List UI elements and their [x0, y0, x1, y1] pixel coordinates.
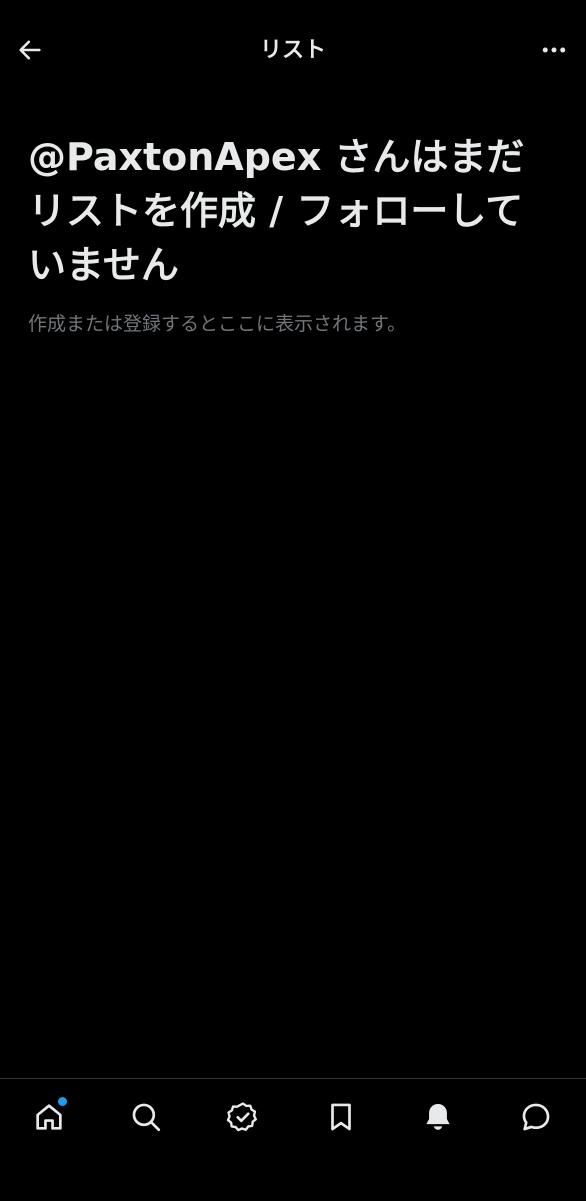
empty-state-title: @PaxtonApex さんはまだリストを作成 / フォローしていません [28, 135, 525, 287]
empty-state: @PaxtonApex さんはまだリストを作成 / フォローしていません 作成ま… [28, 130, 558, 338]
bookmark-icon [331, 1103, 351, 1131]
bell-icon [426, 1103, 450, 1130]
chat-bubble-icon [522, 1103, 550, 1131]
home-notification-dot [58, 1097, 67, 1106]
nav-search[interactable] [124, 1095, 168, 1139]
verified-badge-icon [226, 1102, 257, 1132]
bottom-navigation-bar [0, 1078, 586, 1201]
nav-bookmarks[interactable] [319, 1095, 363, 1139]
more-horizontal-icon [542, 47, 566, 53]
nav-notifications[interactable] [416, 1095, 460, 1139]
page-title: リスト [259, 38, 326, 63]
empty-state-description: 作成または登録するとここに表示されます。 [28, 313, 407, 335]
top-app-bar: リスト [0, 0, 586, 98]
nav-messages[interactable] [514, 1095, 558, 1139]
nav-home[interactable] [27, 1095, 71, 1139]
nav-verified[interactable] [221, 1095, 265, 1139]
more-options-button[interactable] [534, 30, 574, 70]
search-icon [132, 1103, 161, 1132]
